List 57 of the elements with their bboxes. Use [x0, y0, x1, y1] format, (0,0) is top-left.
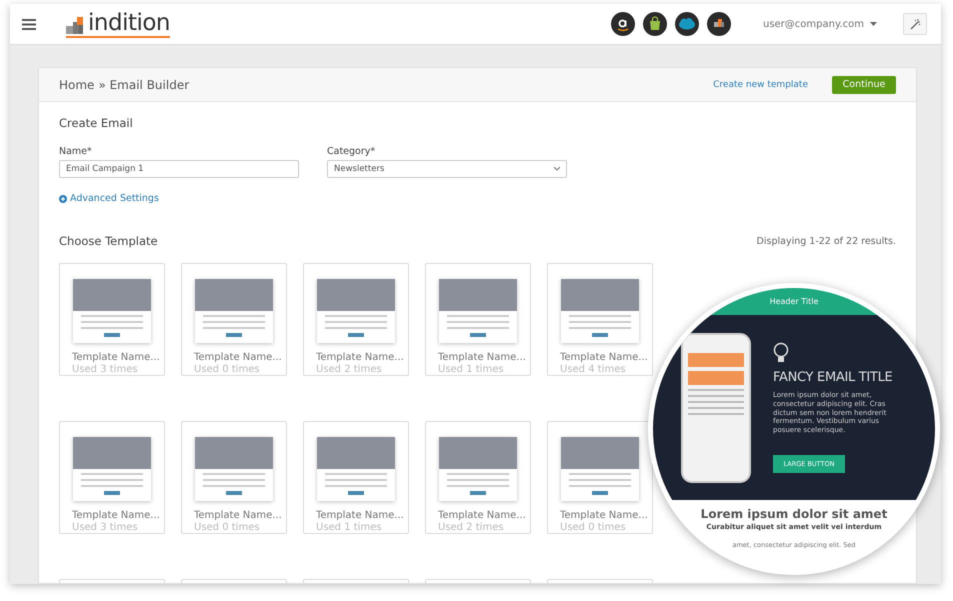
usage-count: Used 2 times	[438, 522, 504, 533]
template-name[interactable]: Template Name...	[194, 352, 282, 363]
logo: indition	[66, 10, 170, 38]
template-card[interactable]: Template Name... Used 0 times	[181, 421, 287, 534]
magic-wand-button[interactable]	[903, 13, 927, 35]
template-card[interactable]: Template Name... Used 4 times	[547, 263, 653, 376]
magic-wand-icon	[910, 18, 920, 30]
breadcrumb-link[interactable]: Home	[59, 78, 94, 92]
section-title: Choose Template	[59, 234, 158, 248]
results-count: Displaying 1-22 of 22 results.	[756, 236, 896, 246]
continue-button[interactable]: Continue	[832, 76, 896, 94]
category-dropdown[interactable]: Newsletters	[327, 160, 567, 178]
template-name[interactable]: Template Name...	[560, 352, 648, 363]
template-card[interactable]: Template Name... Used 3 times	[59, 263, 165, 376]
template-name[interactable]: Template Name...	[194, 510, 282, 521]
usage-count: Used 3 times	[72, 522, 138, 533]
usage-count: Used 1 times	[438, 364, 504, 375]
create-template-link[interactable]: Create new template	[713, 80, 808, 90]
template-card[interactable]: Template Name... Used 3 times	[59, 421, 165, 534]
template-name[interactable]: Template Name...	[560, 510, 648, 521]
template-card[interactable]: Template Name... Used 2 times	[425, 421, 531, 534]
usage-count: Used 2 times	[316, 364, 382, 375]
advanced-settings-link[interactable]: Advanced Settings	[70, 193, 159, 204]
field-label: Name*	[59, 146, 93, 157]
usage-count: Used 0 times	[194, 364, 260, 375]
cloud-icon[interactable]	[674, 12, 699, 36]
template-card[interactable]: Template Name... Used 1 times	[425, 263, 531, 376]
caret-icon	[870, 22, 877, 26]
template-card[interactable]: Template Name... Used 0 times	[181, 263, 287, 376]
email-title: FANCY EMAIL TITLE	[773, 370, 894, 386]
template-name[interactable]: Template Name...	[72, 352, 160, 363]
menu-icon[interactable]	[22, 18, 36, 30]
section-title: Create Email	[59, 116, 134, 130]
template-name[interactable]: Template Name...	[72, 510, 160, 521]
plus-circle-icon[interactable]	[59, 194, 67, 202]
template-card[interactable]: Template Name... Used 2 times	[303, 263, 409, 376]
amazon-icon[interactable]	[610, 12, 635, 36]
template-card[interactable]: Template Name... Used 0 times	[547, 421, 653, 534]
usage-count: Used 0 times	[194, 522, 260, 533]
name-field[interactable]: Email Campaign 1	[59, 160, 299, 178]
breadcrumb-current: » Email Builder	[98, 78, 190, 92]
usage-count: Used 4 times	[560, 364, 626, 375]
caret-icon	[554, 167, 560, 171]
field-label: Category*	[327, 146, 376, 157]
template-name[interactable]: Template Name...	[316, 352, 404, 363]
usage-count: Used 1 times	[316, 522, 382, 533]
cubes-icon[interactable]	[706, 12, 731, 36]
template-card[interactable]: Template Name... Used 1 times	[303, 421, 409, 534]
template-name[interactable]: Template Name...	[438, 352, 526, 363]
template-name[interactable]: Template Name...	[438, 510, 526, 521]
lightbulb-icon	[773, 342, 789, 364]
shopping-bag-icon[interactable]	[642, 12, 667, 36]
user-menu[interactable]: user@company.com	[762, 18, 877, 30]
preview-heading: Lorem ipsum dolor sit amet	[700, 507, 888, 521]
usage-count: Used 0 times	[560, 522, 626, 533]
usage-count: Used 3 times	[72, 364, 138, 375]
template-name[interactable]: Template Name...	[316, 510, 404, 521]
